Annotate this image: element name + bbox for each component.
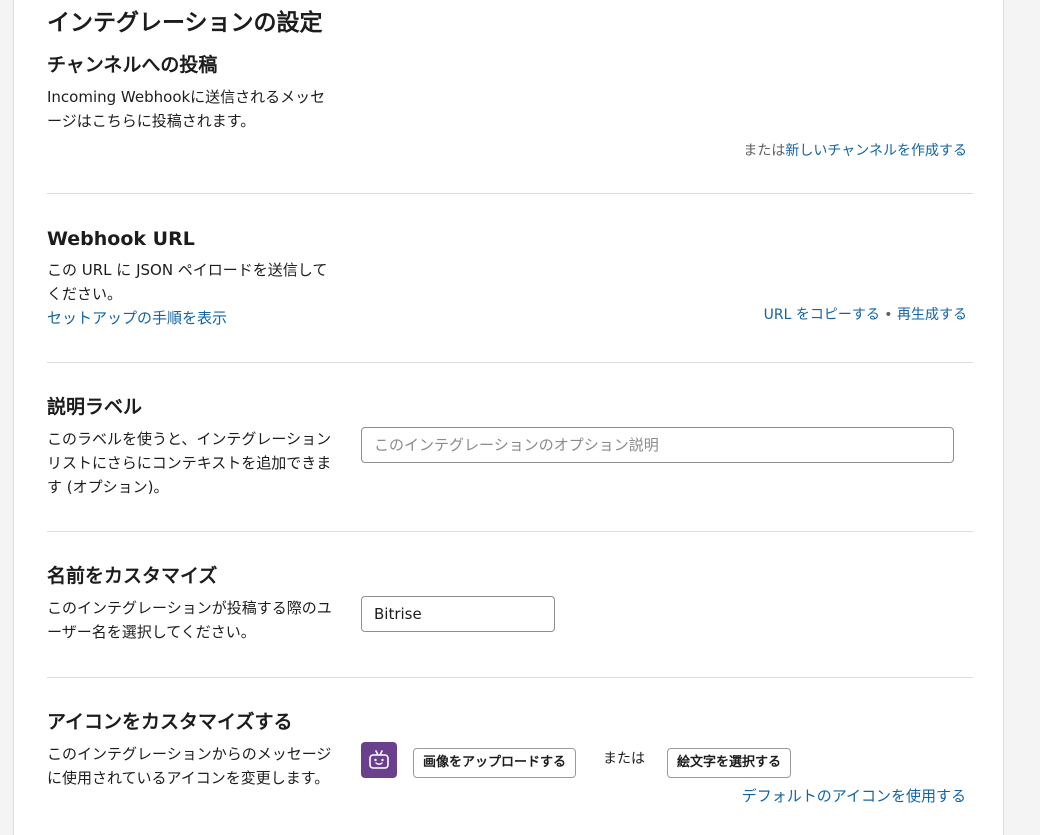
webhook-section-description: この URL に JSON ペイロードを送信してください。 [47, 261, 328, 303]
label-section-title: 説明ラベル [47, 396, 143, 418]
divider [47, 531, 973, 532]
channel-section-description: Incoming Webhookに送信されるメッセージはこちらに投稿されます。 [47, 88, 326, 130]
webhook-section-title: Webhook URL [47, 228, 195, 250]
label-section-description: このラベルを使うと、インテグレーションリストにさらにコンテキストを追加できます … [47, 430, 332, 496]
copy-url-link[interactable]: URL をコピーする [764, 307, 880, 323]
settings-panel: インテグレーションの設定 チャンネルへの投稿 Incoming Webhookに… [13, 0, 1004, 835]
name-section-description: このインテグレーションが投稿する際のユーザー名を選択してください。 [47, 599, 332, 641]
label-section: 説明ラベル このラベルを使うと、インテグレーションリストにさらにコンテキストを追… [47, 392, 973, 532]
bot-face-icon [368, 750, 390, 770]
icon-section: アイコンをカスタマイズする このインテグレーションからのメッセージに使用されてい… [47, 707, 973, 835]
regenerate-link[interactable]: 再生成する [897, 307, 967, 323]
divider [47, 677, 973, 678]
icon-section-title: アイコンをカスタマイズする [47, 711, 293, 733]
upload-image-button[interactable]: 画像をアップロードする [413, 748, 577, 778]
or-text: または [603, 751, 645, 767]
channel-section-title: チャンネルへの投稿 [47, 54, 218, 76]
integration-avatar [361, 742, 397, 778]
page-title: インテグレーションの設定 [47, 10, 323, 36]
or-text: または [743, 143, 786, 159]
divider [47, 193, 973, 194]
create-channel-link[interactable]: 新しいチャンネルを作成する [785, 143, 967, 159]
name-section: 名前をカスタマイズ このインテグレーションが投稿する際のユーザー名を選択してくだ… [47, 561, 973, 676]
webhook-actions: URL をコピーする • 再生成する [764, 304, 967, 324]
setup-instructions-link[interactable]: セットアップの手順を表示 [47, 306, 227, 330]
create-channel-row: または新しいチャンネルを作成する [743, 140, 967, 160]
choose-emoji-button[interactable]: 絵文字を選択する [667, 748, 792, 778]
description-label-input[interactable] [361, 427, 954, 463]
separator-dot: • [884, 307, 893, 323]
icon-section-description: このインテグレーションからのメッセージに使用されているアイコンを変更します。 [47, 745, 332, 787]
channel-section: チャンネルへの投稿 Incoming Webhookに送信されるメッセージはこち… [47, 50, 973, 190]
use-default-icon-link[interactable]: デフォルトのアイコンを使用する [742, 786, 966, 806]
name-section-title: 名前をカスタマイズ [47, 565, 218, 587]
username-input[interactable] [361, 596, 555, 632]
divider [47, 362, 973, 363]
webhook-section: Webhook URL この URL に JSON ペイロードを送信してください… [47, 222, 973, 362]
